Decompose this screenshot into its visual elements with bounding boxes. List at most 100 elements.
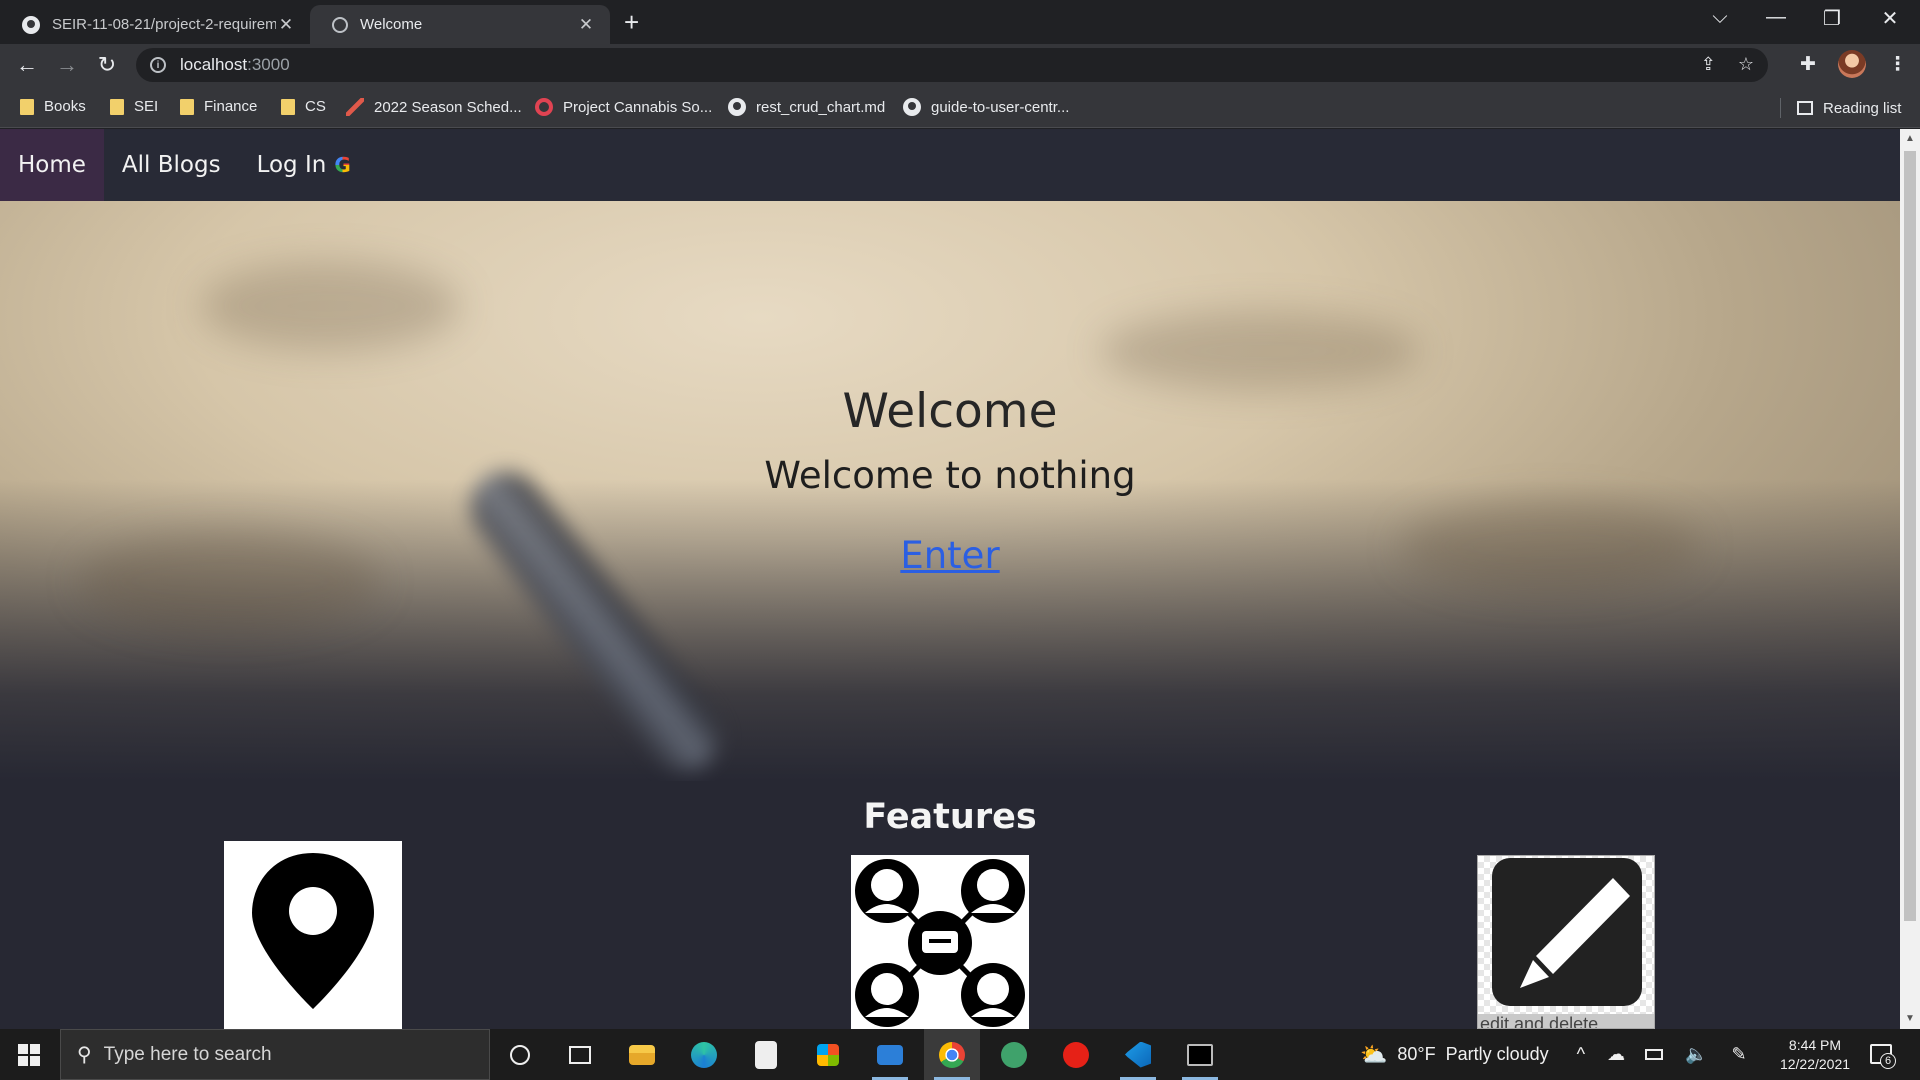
hero-subtitle: Welcome to nothing <box>764 454 1136 497</box>
onedrive-cloud-icon[interactable]: ☁ <box>1607 1044 1625 1065</box>
mlb-icon <box>346 98 364 116</box>
reload-icon[interactable]: ↻ <box>92 52 122 78</box>
bookmark-cs[interactable]: CS <box>281 98 326 115</box>
scrollbar-thumb[interactable] <box>1904 151 1916 921</box>
weather-temperature[interactable]: 80°F <box>1397 1044 1435 1065</box>
terminal-icon[interactable] <box>1172 1029 1228 1080</box>
close-icon[interactable]: ✕ <box>276 15 296 35</box>
tab-title: Welcome <box>360 16 423 33</box>
folder-icon <box>180 98 194 115</box>
file-explorer-icon[interactable] <box>614 1029 670 1080</box>
scroll-down-icon[interactable]: ▼ <box>1904 1013 1916 1024</box>
tab-title: SEIR-11-08-21/project-2-requirements <box>52 16 276 33</box>
youtube-music-icon[interactable] <box>1048 1029 1104 1080</box>
atom-editor-icon[interactable] <box>986 1029 1042 1080</box>
bookmarks-bar: Books SEI Finance CS 2022 Season Sched..… <box>0 86 1920 128</box>
address-bar[interactable]: i localhost:3000 ⇪ ☆ <box>136 48 1768 82</box>
hero-title: Welcome <box>842 384 1058 439</box>
folder-icon <box>281 98 295 115</box>
reading-list-icon <box>1797 101 1813 115</box>
tab-welcome[interactable]: Welcome ✕ <box>310 5 610 44</box>
tab-project-requirements[interactable]: SEIR-11-08-21/project-2-requirements ✕ <box>0 5 310 44</box>
background-texture <box>200 261 460 351</box>
taskbar-search-input[interactable]: ⚲ Type here to search <box>60 1029 490 1080</box>
enter-link[interactable]: Enter <box>893 534 1007 577</box>
login-label: Log In <box>256 152 327 178</box>
system-tray: ⛅ 80°F Partly cloudy ^ ☁ 🔈 ✎ <box>1360 1029 1747 1080</box>
battery-icon[interactable] <box>1645 1049 1664 1060</box>
microsoft-store-icon[interactable] <box>800 1029 856 1080</box>
taskbar-clock[interactable]: 8:44 PM 12/22/2021 <box>1770 1036 1860 1074</box>
tab-search-icon[interactable]: ⌵ <box>1700 6 1740 29</box>
share-icon[interactable]: ⇪ <box>1701 54 1716 75</box>
restore-button[interactable]: ❐ <box>1812 6 1852 31</box>
community-chat-icon <box>855 859 1025 1027</box>
minimize-button[interactable]: — <box>1756 6 1796 29</box>
background-texture <box>1100 311 1420 391</box>
vscode-icon[interactable] <box>1110 1029 1166 1080</box>
search-icon: ⚲ <box>77 1044 92 1066</box>
site-info-icon[interactable]: i <box>150 57 166 73</box>
task-view-icon[interactable] <box>552 1029 608 1080</box>
nav-all-blogs-link[interactable]: All Blogs <box>104 129 239 201</box>
github-icon <box>728 98 746 116</box>
menu-kebab-icon[interactable]: ⋮ <box>1888 53 1907 76</box>
background-texture <box>80 531 380 631</box>
edit-pencil-icon <box>1492 858 1642 1006</box>
bookmark-finance[interactable]: Finance <box>180 98 257 115</box>
site-navbar: Home All Blogs Log In G <box>0 129 1900 201</box>
profile-avatar[interactable] <box>1838 50 1866 78</box>
back-arrow-icon[interactable]: ← <box>12 52 42 78</box>
bookmark-guide-user-centric[interactable]: guide-to-user-centr... <box>903 98 1069 116</box>
background-texture <box>1400 501 1700 591</box>
tab-strip: SEIR-11-08-21/project-2-requirements ✕ W… <box>0 0 1920 44</box>
reading-list-button[interactable]: Reading list <box>1780 98 1901 118</box>
scroll-up-icon[interactable]: ▲ <box>1904 133 1916 144</box>
page-viewport: Home All Blogs Log In G Welcome Welcome … <box>0 129 1900 1029</box>
edge-browser-icon[interactable] <box>676 1029 732 1080</box>
windows-start-icon[interactable] <box>18 1044 40 1066</box>
notification-count-badge: 6 <box>1880 1053 1896 1069</box>
weather-condition[interactable]: Partly cloudy <box>1446 1044 1549 1065</box>
folder-icon <box>110 98 124 115</box>
weather-cloud-icon[interactable]: ⛅ <box>1360 1042 1387 1068</box>
forward-arrow-icon[interactable]: → <box>52 52 82 78</box>
hero-banner: Welcome Welcome to nothing Enter <box>0 201 1900 781</box>
folder-icon <box>20 98 34 115</box>
close-window-button[interactable]: ✕ <box>1870 6 1910 31</box>
nav-login-link[interactable]: Log In G <box>239 129 369 201</box>
feature-card-community <box>851 855 1029 1029</box>
bookmark-rest-crud-chart[interactable]: rest_crud_chart.md <box>728 98 885 116</box>
globe-icon <box>332 16 348 33</box>
url-text: localhost:3000 <box>180 55 290 74</box>
mail-icon[interactable] <box>862 1029 918 1080</box>
nav-home-link[interactable]: Home <box>0 129 104 201</box>
bookmark-star-icon[interactable]: ☆ <box>1738 54 1754 75</box>
bookmark-sei[interactable]: SEI <box>110 98 158 115</box>
cortana-icon[interactable] <box>492 1029 548 1080</box>
volume-icon[interactable]: 🔈 <box>1685 1044 1707 1065</box>
epic-games-icon[interactable] <box>738 1029 794 1080</box>
show-hidden-icons-chevron-icon[interactable]: ^ <box>1577 1044 1585 1065</box>
location-pin-icon <box>252 853 374 1009</box>
feature-card-edit: edit and delete <box>1477 855 1655 1029</box>
feature-card-location <box>224 841 402 1029</box>
windows-taskbar: ⚲ Type here to search ⛅ 80°F Partly clou… <box>0 1029 1920 1080</box>
extensions-puzzle-icon[interactable]: ✚ <box>1800 53 1816 76</box>
chrome-browser-icon[interactable] <box>924 1029 980 1080</box>
feature-caption: edit and delete <box>1478 1014 1654 1028</box>
close-icon[interactable]: ✕ <box>576 15 596 35</box>
background-pen-image <box>456 457 734 781</box>
github-icon <box>22 15 40 34</box>
bookmark-project-cannabis[interactable]: Project Cannabis So... <box>535 98 712 116</box>
google-icon: G <box>334 153 351 177</box>
browser-toolbar: ← → ↻ i localhost:3000 ⇪ ☆ ✚ ⋮ <box>0 44 1920 86</box>
bookmark-season-schedule[interactable]: 2022 Season Sched... <box>346 98 522 116</box>
page-scrollbar[interactable]: ▲ ▼ <box>1900 129 1920 1029</box>
cannabis-icon <box>535 98 553 116</box>
clock-date: 12/22/2021 <box>1779 1056 1851 1072</box>
search-placeholder: Type here to search <box>103 1043 272 1065</box>
pen-workspace-icon[interactable]: ✎ <box>1732 1044 1747 1065</box>
bookmark-books[interactable]: Books <box>20 98 86 115</box>
new-tab-button[interactable]: + <box>624 7 639 38</box>
